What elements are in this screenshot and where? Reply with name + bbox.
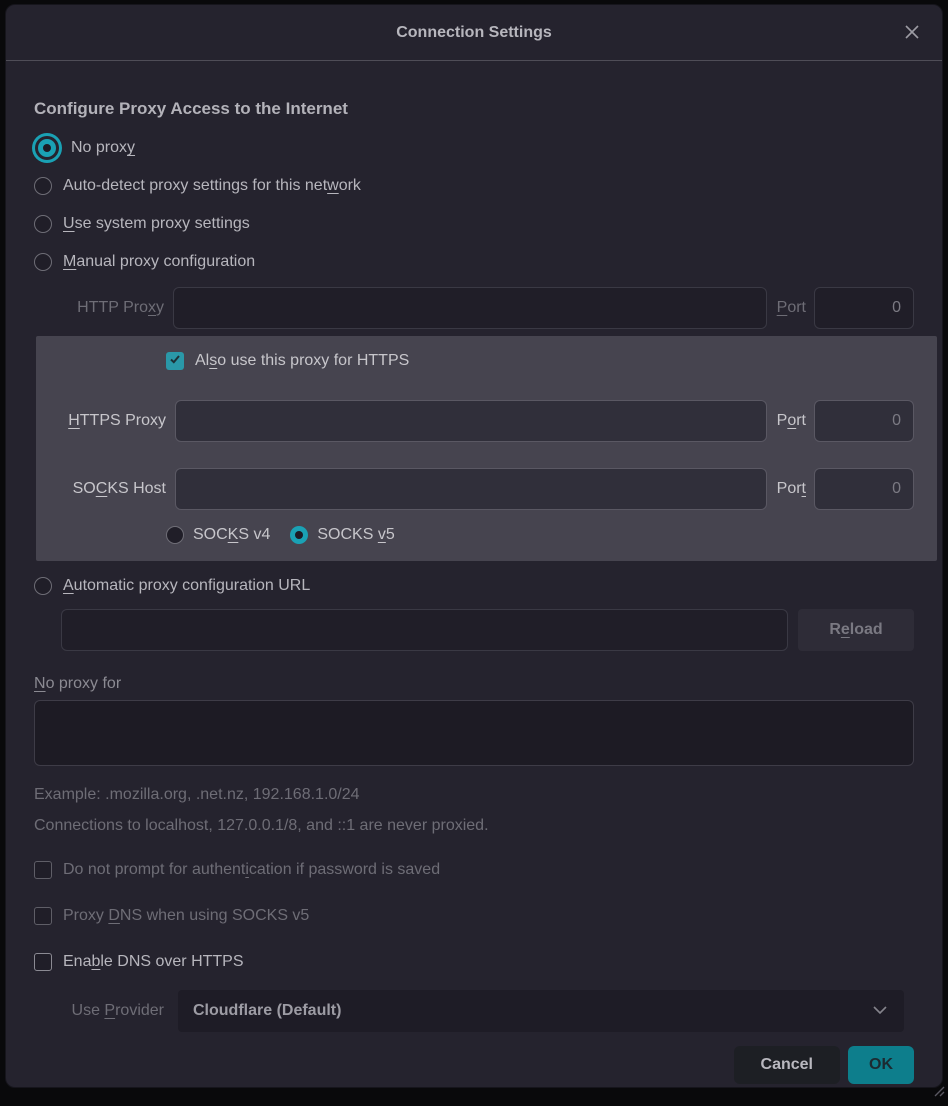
provider-select[interactable]: Cloudflare (Default) xyxy=(178,990,904,1032)
auto-url-radio[interactable] xyxy=(34,577,52,595)
https-socks-highlight-section: Also use this proxy for HTTPS HTTPS Prox… xyxy=(36,336,937,561)
radio-row-no-proxy[interactable]: No proxy xyxy=(34,129,914,167)
localhost-note: Connections to localhost, 127.0.0.1/8, a… xyxy=(34,817,914,835)
no-auth-prompt-label: Do not prompt for authentication if pass… xyxy=(63,861,440,879)
proxy-dns-label: Proxy DNS when using SOCKS v5 xyxy=(63,907,309,925)
enable-doh-row[interactable]: Enable DNS over HTTPS xyxy=(34,950,914,974)
socks-v5-label: SOCKS v5 xyxy=(317,526,394,544)
no-proxy-label: No proxy xyxy=(71,139,135,157)
socks-v5-radio[interactable] xyxy=(290,526,308,544)
radio-dot xyxy=(295,531,303,539)
connection-settings-dialog: Connection Settings Configure Proxy Acce… xyxy=(5,4,943,1088)
provider-selected-value: Cloudflare (Default) xyxy=(193,1002,341,1020)
enable-doh-label: Enable DNS over HTTPS xyxy=(63,953,244,971)
http-port-label: Port xyxy=(767,299,814,317)
socks-host-row: SOCKS Host Port xyxy=(36,468,914,510)
provider-row: Use Provider Cloudflare (Default) xyxy=(34,990,914,1032)
radio-row-use-system[interactable]: Use system proxy settings xyxy=(34,205,914,243)
auto-url-row: Reload xyxy=(61,609,914,651)
no-proxy-for-label: No proxy for xyxy=(34,675,914,693)
dialog-titlebar: Connection Settings xyxy=(6,5,942,61)
example-note: Example: .mozilla.org, .net.nz, 192.168.… xyxy=(34,786,914,804)
no-proxy-radio[interactable] xyxy=(38,139,56,157)
http-port-input[interactable] xyxy=(814,287,914,329)
socks-v4-radio[interactable] xyxy=(166,526,184,544)
auto-detect-radio[interactable] xyxy=(34,177,52,195)
enable-doh-checkbox[interactable] xyxy=(34,953,52,971)
check-icon xyxy=(169,352,181,370)
socks-v4-label: SOCKS v4 xyxy=(193,526,270,544)
manual-proxy-label: Manual proxy configuration xyxy=(63,253,255,271)
radio-row-manual[interactable]: Manual proxy configuration xyxy=(34,243,914,281)
no-auth-prompt-row[interactable]: Do not prompt for authentication if pass… xyxy=(34,858,914,882)
auto-url-label: Automatic proxy configuration URL xyxy=(63,577,310,595)
http-proxy-input[interactable] xyxy=(173,287,767,329)
no-proxy-for-textarea[interactable] xyxy=(34,700,914,766)
also-https-label: Also use this proxy for HTTPS xyxy=(195,352,409,370)
socks-port-input[interactable] xyxy=(814,468,914,510)
proxy-dns-row[interactable]: Proxy DNS when using SOCKS v5 xyxy=(34,904,914,928)
close-icon xyxy=(903,23,921,44)
cancel-button[interactable]: Cancel xyxy=(734,1046,840,1084)
dialog-title: Connection Settings xyxy=(396,24,552,42)
radio-row-auto-detect[interactable]: Auto-detect proxy settings for this netw… xyxy=(34,167,914,205)
auto-detect-label: Auto-detect proxy settings for this netw… xyxy=(63,177,361,195)
ok-button[interactable]: OK xyxy=(848,1046,914,1084)
also-https-checkbox[interactable] xyxy=(166,352,184,370)
http-proxy-row: HTTP Proxy Port xyxy=(34,287,914,329)
use-provider-label: Use Provider xyxy=(34,1002,173,1020)
use-system-label: Use system proxy settings xyxy=(63,215,250,233)
https-proxy-input[interactable] xyxy=(175,400,767,442)
page-title: Configure Proxy Access to the Internet xyxy=(34,99,914,119)
radio-row-auto-url[interactable]: Automatic proxy configuration URL xyxy=(34,567,914,605)
auto-url-input[interactable] xyxy=(61,609,788,651)
socks-host-input[interactable] xyxy=(175,468,767,510)
dialog-content: Configure Proxy Access to the Internet N… xyxy=(6,99,942,1084)
radio-dot xyxy=(43,144,51,152)
footer-buttons: Cancel OK xyxy=(34,1046,914,1084)
https-port-input[interactable] xyxy=(814,400,914,442)
manual-proxy-radio[interactable] xyxy=(34,253,52,271)
radio-row-socks-v4[interactable]: SOCKS v4 xyxy=(166,522,270,548)
socks-version-group: SOCKS v4 SOCKS v5 xyxy=(166,522,914,548)
close-button[interactable] xyxy=(898,19,926,47)
https-proxy-row: HTTPS Proxy Port xyxy=(36,400,914,442)
no-auth-prompt-checkbox[interactable] xyxy=(34,861,52,879)
proxy-dns-checkbox[interactable] xyxy=(34,907,52,925)
https-proxy-label: HTTPS Proxy xyxy=(36,412,175,430)
https-port-label: Port xyxy=(767,412,814,430)
resize-grip-icon[interactable] xyxy=(931,1083,945,1102)
socks-port-label: Port xyxy=(767,480,814,498)
radio-row-socks-v5[interactable]: SOCKS v5 xyxy=(290,522,394,548)
http-proxy-label: HTTP Proxy xyxy=(34,299,173,317)
chevron-down-icon xyxy=(872,1002,888,1020)
socks-host-label: SOCKS Host xyxy=(36,480,175,498)
also-https-row[interactable]: Also use this proxy for HTTPS xyxy=(166,348,914,374)
use-system-radio[interactable] xyxy=(34,215,52,233)
reload-button[interactable]: Reload xyxy=(798,609,914,651)
